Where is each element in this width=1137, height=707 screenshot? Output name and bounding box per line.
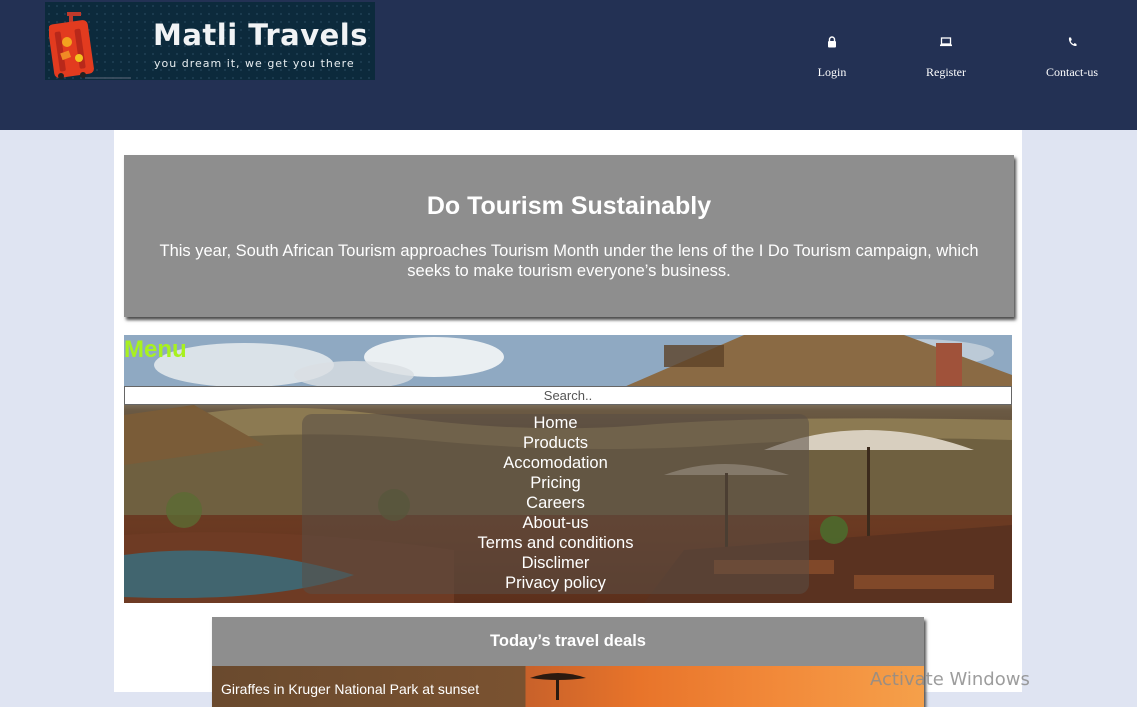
brand-name: Matli Travels [153,18,369,52]
laptop-icon [921,36,971,50]
menu-item-disclaimer[interactable]: Disclimer [302,553,809,573]
menu-item-about-us[interactable]: About-us [302,513,809,533]
nav-login-label: Login [817,65,847,79]
menu-item-careers[interactable]: Careers [302,493,809,513]
menu-title: Menu [124,336,187,363]
deal-caption: Giraffes in Kruger National Park at suns… [221,681,480,697]
acacia-tree-image [530,673,586,700]
brand-tagline: you dream it, we get you there [154,57,355,70]
deal-card[interactable]: Giraffes in Kruger National Park at suns… [212,666,924,707]
nav-contact-label: Contact-us [1046,65,1098,79]
menu-item-products[interactable]: Products [302,433,809,453]
hero-text: This year, South African Tourism approac… [159,242,979,280]
search-input[interactable] [124,386,1012,405]
activate-windows-watermark: Activate Windows [870,669,1030,690]
suitcase-icon [49,12,131,79]
site-header: Matli Travels you dream it, we get you t… [0,0,1137,130]
hero-banner: Do Tourism Sustainably This year, South … [124,155,1014,317]
deals-title: Today’s travel deals [490,632,646,650]
nav-register[interactable]: Register [921,36,971,80]
nav-register-label: Register [926,65,966,79]
menu-item-terms[interactable]: Terms and conditions [302,533,809,553]
menu-item-privacy[interactable]: Privacy policy [302,573,809,593]
nav-login[interactable]: Login [812,36,852,80]
nav-contact[interactable]: Contact-us [1041,36,1103,80]
phone-icon [1041,36,1103,50]
brand-logo[interactable]: Matli Travels you dream it, we get you t… [45,2,375,80]
main-content: Do Tourism Sustainably This year, South … [114,130,1022,707]
menu-item-pricing[interactable]: Pricing [302,473,809,493]
lock-icon [812,36,852,50]
travel-deals-section: Today’s travel deals Giraffes in Kruger … [212,617,924,707]
menu-item-accomodation[interactable]: Accomodation [302,453,809,473]
hero-title: Do Tourism Sustainably [426,192,712,220]
menu-panel: Menu Home Products Accomodation Pricing … [124,335,1012,603]
menu-item-home[interactable]: Home [302,413,809,433]
menu-list: Home Products Accomodation Pricing Caree… [302,413,809,593]
